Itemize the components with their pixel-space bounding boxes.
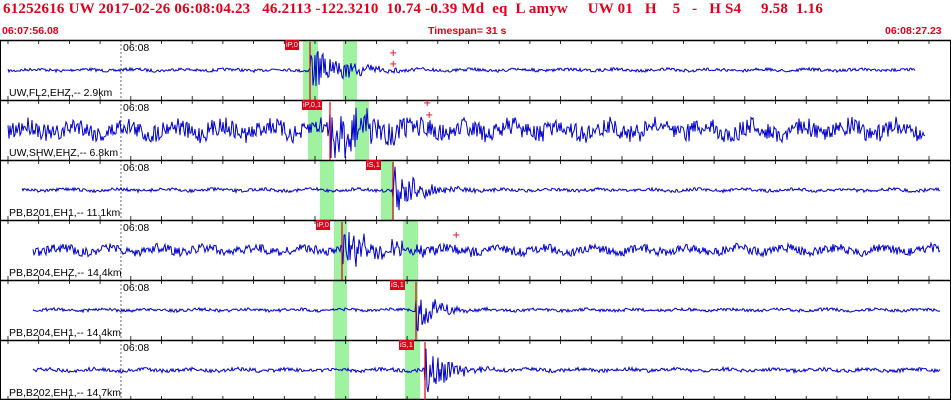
phase-pick-marker[interactable]: iS,1 — [399, 340, 414, 350]
waveform-trace — [32, 299, 941, 332]
trace-label: PB,B202,EH1,-- 14.7km — [9, 387, 122, 399]
waveform-trace — [32, 231, 941, 267]
waveform-trace — [7, 107, 926, 159]
phase-pick-marker[interactable]: iP,0,1 — [302, 100, 323, 110]
phase-pick-marker[interactable]: iS,1 — [390, 280, 405, 290]
trace-label: PB,B204,EHZ,-- 14.4km — [9, 267, 122, 279]
seismogram-panel[interactable]: +++++ — [0, 0, 951, 400]
time-tick-label: 06:08 — [123, 282, 150, 294]
coda-marker: + — [423, 98, 431, 109]
trace-label: UW,SHW,EHZ,-- 6.8km — [9, 147, 119, 159]
coda-marker: + — [389, 48, 397, 59]
time-tick-label: 06:08 — [123, 222, 150, 234]
waveform-trace — [21, 166, 941, 211]
phase-pick-marker[interactable]: iS,1 — [366, 160, 381, 170]
trace-label: PB,B201,EH1,-- 11.1km — [9, 207, 121, 219]
phase-pick-marker[interactable]: iP,0 — [316, 220, 330, 230]
time-tick-label: 06:08 — [123, 342, 150, 354]
waveform-trace — [7, 51, 916, 87]
time-tick-label: 06:08 — [123, 42, 150, 54]
trace-label: PB,B204,EH1,-- 14.4km — [9, 327, 122, 339]
trace-label: UW,FL2,EHZ,-- 2.9km — [9, 87, 113, 99]
phase-pick-marker[interactable]: iP,0 — [285, 40, 299, 50]
time-tick-label: 06:08 — [123, 162, 150, 174]
coda-marker: + — [389, 59, 397, 70]
coda-marker: + — [425, 110, 433, 121]
time-tick-label: 06:08 — [123, 102, 150, 114]
waveform-trace — [32, 348, 941, 393]
coda-marker: + — [452, 230, 460, 241]
